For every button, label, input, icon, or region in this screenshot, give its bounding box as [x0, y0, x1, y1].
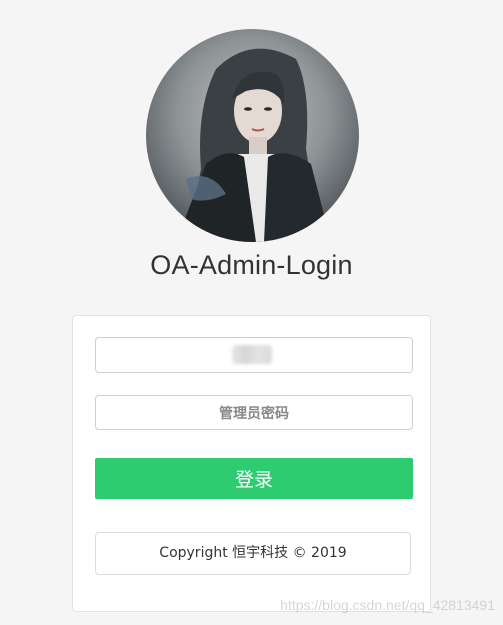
login-card: 登录 Copyright 恒宇科技 © 2019	[72, 315, 431, 612]
blurred-username-value	[232, 345, 272, 364]
page-title: OA-Admin-Login	[150, 250, 353, 280]
watermark: https://blog.csdn.net/qq_42813491	[280, 597, 495, 613]
login-button[interactable]: 登录	[95, 458, 413, 499]
avatar	[146, 29, 359, 242]
password-field[interactable]	[95, 395, 413, 430]
copyright-box: Copyright 恒宇科技 © 2019	[95, 532, 411, 575]
avatar-portrait-icon	[176, 48, 331, 242]
